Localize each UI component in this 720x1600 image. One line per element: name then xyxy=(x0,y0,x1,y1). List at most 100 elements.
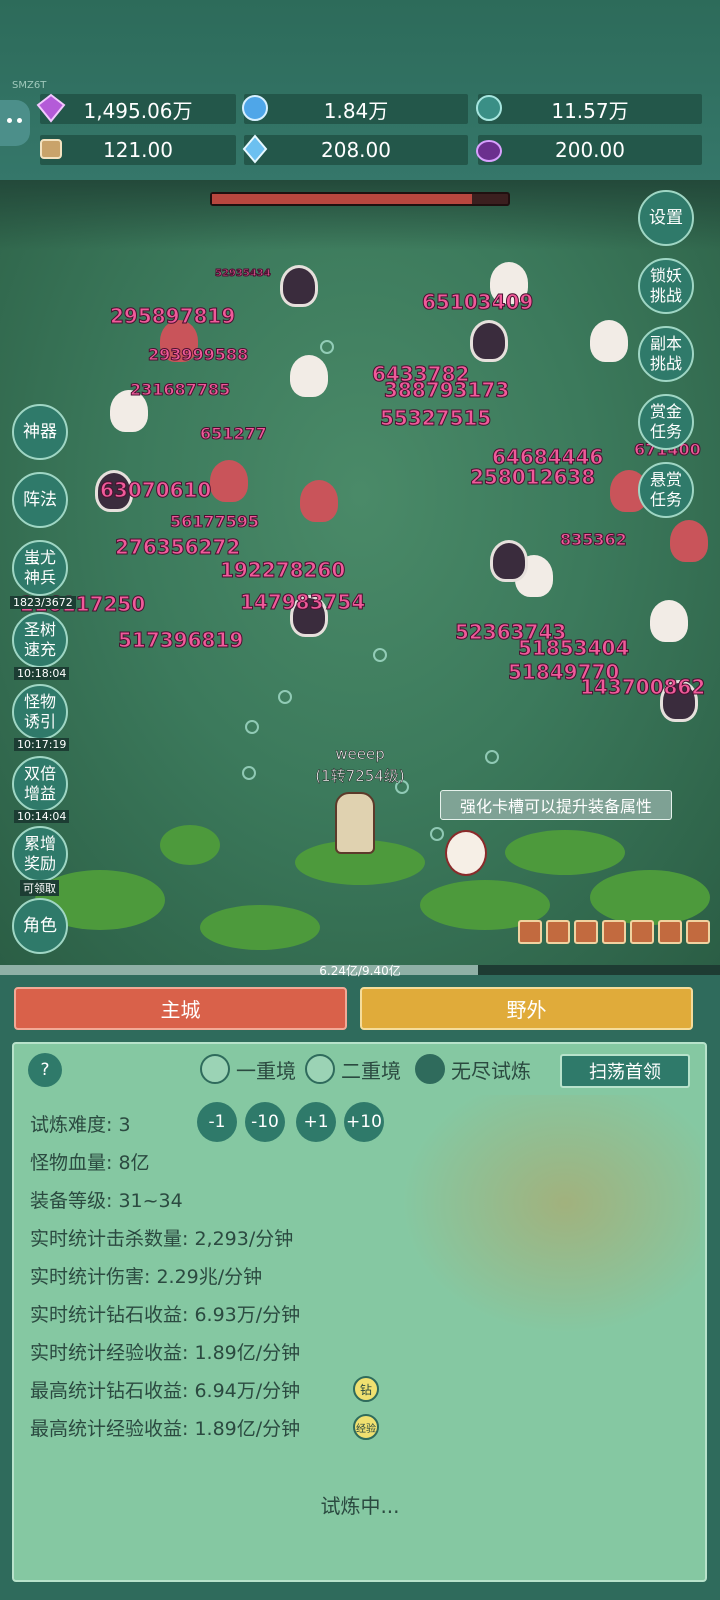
version-label: SMZ6T xyxy=(12,80,47,91)
damage-number: 388793173 xyxy=(383,378,510,403)
bounty-task-button[interactable]: 悬赏任务 xyxy=(638,462,694,518)
damage-number: 231687785 xyxy=(129,380,231,400)
skill-slot[interactable] xyxy=(602,920,626,944)
damage-number: 517396819 xyxy=(117,628,244,653)
currency-crystal: 1.84万 xyxy=(242,94,468,124)
damage-number: 147983754 xyxy=(239,590,366,615)
forest-canopy xyxy=(0,180,720,250)
stat-diamond-rate: 实时统计钻石收益: 6.93万/分钟 xyxy=(30,1304,301,1326)
skill-slot[interactable] xyxy=(686,920,710,944)
damage-number: 258012638 xyxy=(469,465,596,490)
damage-number: 55327515 xyxy=(379,406,492,431)
ghost-monster xyxy=(590,320,628,362)
green-orb-icon xyxy=(472,91,506,125)
accumulate-reward-button[interactable]: 累增奖励 xyxy=(12,826,68,882)
experience-text: 6.24亿/9.40亿 xyxy=(319,964,401,978)
stat-damage-rate: 实时统计伤害: 2.29兆/分钟 xyxy=(30,1266,263,1288)
mode-second-realm[interactable]: 二重境 xyxy=(305,1054,401,1084)
stat-best-exp: 最高统计经验收益: 1.89亿/分钟 xyxy=(30,1418,301,1440)
sacred-tree-button[interactable]: 圣树速充 xyxy=(12,612,68,668)
chiyou-weapon-button[interactable]: 蚩尤神兵 xyxy=(12,540,68,596)
red-monster xyxy=(300,480,338,522)
damage-number: 835362 xyxy=(560,530,628,550)
help-button[interactable]: ? xyxy=(28,1053,62,1087)
ghost-monster xyxy=(650,600,688,642)
monster-lure-button[interactable]: 怪物诱引 xyxy=(12,684,68,740)
stat-kill-rate: 实时统计击杀数量: 2,293/分钟 xyxy=(30,1228,294,1250)
damage-number: 51853404 xyxy=(517,636,630,661)
stat-difficulty: 试炼难度: 3 xyxy=(30,1114,131,1136)
tiger-illustration xyxy=(400,1095,700,1335)
diamond-badge[interactable]: 钻 xyxy=(353,1376,379,1402)
player-level: (1转7254级) xyxy=(315,767,405,786)
difficulty-minus-1[interactable]: -1 xyxy=(197,1102,237,1142)
reward-claimable: 可领取 xyxy=(20,880,59,896)
skill-slot[interactable] xyxy=(574,920,598,944)
skill-slot[interactable] xyxy=(518,920,542,944)
ice-shard-icon xyxy=(238,132,272,166)
experience-bar: 6.24亿/9.40亿 xyxy=(0,964,720,978)
damage-number: 293999588 xyxy=(147,345,249,365)
dark-monster xyxy=(280,265,318,307)
double-gain-button[interactable]: 双倍增益 xyxy=(12,756,68,812)
difficulty-plus-1[interactable]: +1 xyxy=(296,1102,336,1142)
difficulty-plus-10[interactable]: +10 xyxy=(344,1102,384,1142)
chiyou-progress: 1823/3672 xyxy=(10,596,76,609)
currency-ice: 208.00 xyxy=(242,134,468,165)
mascot-icon[interactable] xyxy=(0,100,30,146)
damage-number: 276356272 xyxy=(114,535,241,560)
currency-scroll: 121.00 xyxy=(40,135,236,165)
damage-number: 63070610 xyxy=(99,478,212,503)
damage-number: 52935434 xyxy=(215,268,272,280)
gold-task-button[interactable]: 赏金任务 xyxy=(638,394,694,450)
currency-gem: 1,495.06万 xyxy=(36,93,236,124)
currency-orb: 11.57万 xyxy=(476,94,702,124)
damage-number: 295897819 xyxy=(109,304,236,329)
stat-best-diamond: 最高统计钻石收益: 6.94万/分钟 xyxy=(30,1380,301,1402)
currency-pot: 200.00 xyxy=(476,135,702,165)
mode-endless-trial[interactable]: 无尽试炼 xyxy=(415,1054,531,1084)
double-gain-timer: 10:14:04 xyxy=(14,810,70,823)
damage-number: 65103409 xyxy=(421,290,534,315)
player-name: weeep xyxy=(335,745,385,764)
damage-number: 143700862 xyxy=(579,675,706,700)
currency-bar: SMZ6T 1,495.06万 1.84万 11.57万 121.00 208.… xyxy=(0,0,720,180)
artifact-button[interactable]: 神器 xyxy=(12,404,68,460)
trial-status: 试炼中... xyxy=(320,1494,400,1518)
main-city-tab[interactable]: 主城 xyxy=(14,987,347,1030)
damage-number: 651277 xyxy=(200,424,268,444)
sacred-tree-timer: 10:18:04 xyxy=(14,667,70,680)
tip-banner: 强化卡槽可以提升装备属性 xyxy=(440,790,672,820)
demon-lock-challenge-button[interactable]: 锁妖挑战 xyxy=(638,258,694,314)
ghost-monster xyxy=(290,355,328,397)
mode-first-realm[interactable]: 一重境 xyxy=(200,1054,296,1084)
character-button[interactable]: 角色 xyxy=(12,898,68,954)
monster-lure-timer: 10:17:19 xyxy=(14,738,70,751)
difficulty-minus-10[interactable]: -10 xyxy=(245,1102,285,1142)
stat-exp-rate: 实时统计经验收益: 1.89亿/分钟 xyxy=(30,1342,301,1364)
wild-tab[interactable]: 野外 xyxy=(360,987,693,1030)
purple-gem-icon xyxy=(34,91,68,125)
settings-button[interactable]: 设置 xyxy=(638,190,694,246)
dungeon-challenge-button[interactable]: 副本挑战 xyxy=(638,326,694,382)
red-monster xyxy=(670,520,708,562)
skill-slot[interactable] xyxy=(546,920,570,944)
skill-slot[interactable] xyxy=(658,920,682,944)
damage-number: 192278260 xyxy=(219,558,346,583)
exp-badge[interactable]: 经验 xyxy=(353,1414,379,1440)
dark-monster xyxy=(490,540,528,582)
purple-pot-icon xyxy=(472,132,506,166)
formation-button[interactable]: 阵法 xyxy=(12,472,68,528)
damage-number: 56177595 xyxy=(169,512,260,532)
red-monster xyxy=(210,460,248,502)
boss-health-bar xyxy=(210,192,510,206)
player-character xyxy=(335,792,375,854)
sweep-boss-button[interactable]: 扫荡首领 xyxy=(560,1054,690,1088)
battle-field[interactable]: 295897819 293999588 231687785 651277 630… xyxy=(0,180,720,965)
stat-monster-hp: 怪物血量: 8亿 xyxy=(30,1152,150,1174)
chicken-pet xyxy=(445,830,487,876)
stat-equip-level: 装备等级: 31~34 xyxy=(30,1190,183,1212)
dark-monster xyxy=(470,320,508,362)
skill-slot[interactable] xyxy=(630,920,654,944)
scroll-icon xyxy=(34,132,68,166)
